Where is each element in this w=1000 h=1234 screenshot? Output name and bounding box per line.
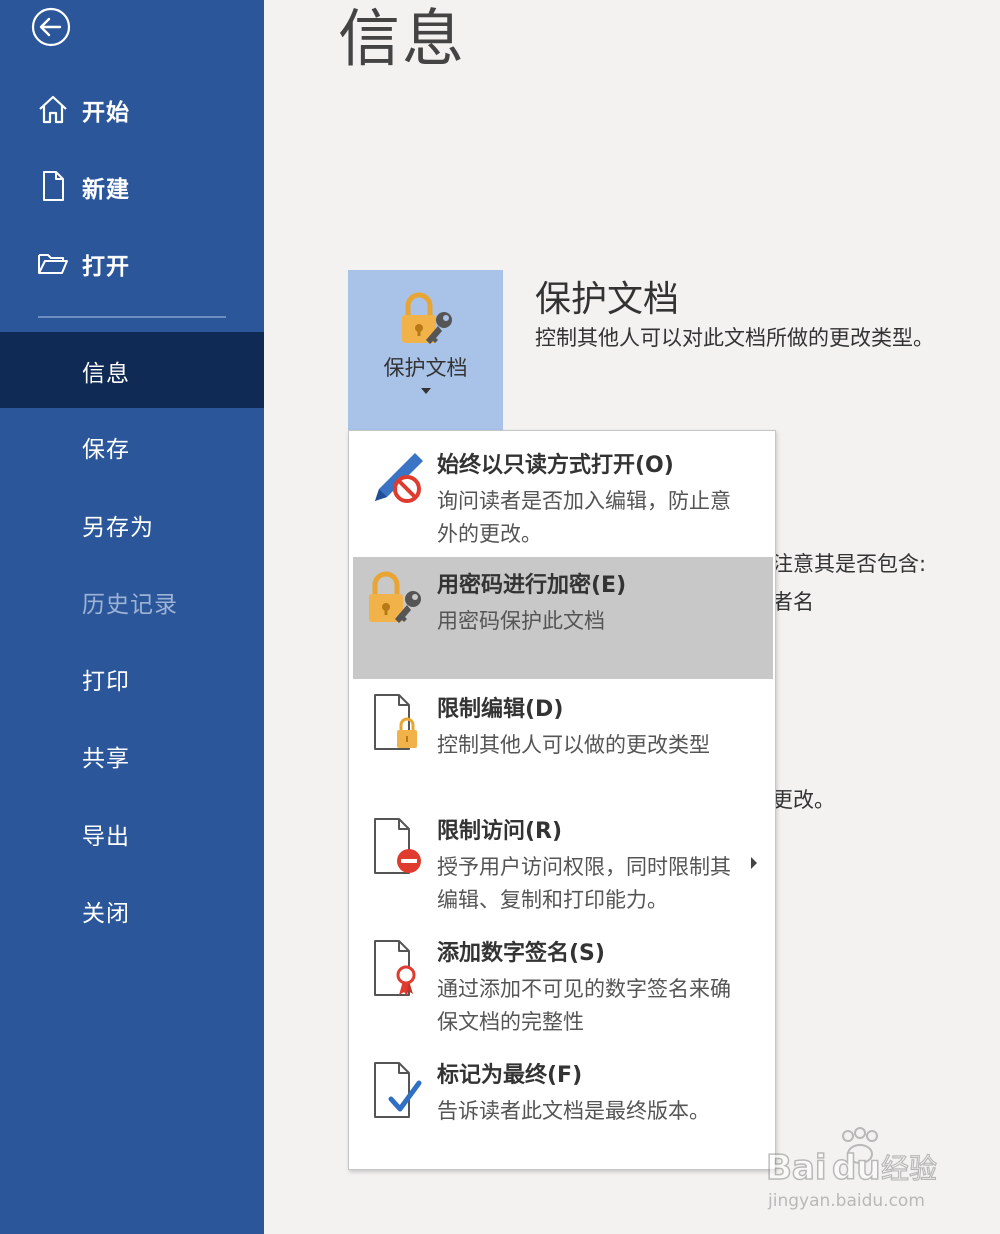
sidebar-item-close[interactable]: 关闭 <box>0 872 264 948</box>
menu-item-title: 始终以只读方式打开(O) <box>437 453 674 478</box>
sidebar-item-save[interactable]: 保存 <box>0 408 264 484</box>
sidebar-item-label: 新建 <box>82 177 130 203</box>
menu-item-digital-signature[interactable]: 添加数字签名(S) 通过添加不可见的数字签名来确保文档的完整性 <box>353 925 773 1045</box>
sidebar-item-share[interactable]: 共享 <box>0 717 264 793</box>
menu-item-restrict-access[interactable]: 限制访问(R) 授予用户访问权限，同时限制其编辑、复制和打印能力。 <box>353 801 773 923</box>
svg-text:jingyan.baidu.com: jingyan.baidu.com <box>767 1191 925 1211</box>
baidu-watermark-logo: Bai du 经验 jingyan.baidu.com <box>766 1127 938 1211</box>
sidebar-item-label: 开始 <box>82 100 130 126</box>
menu-item-description: 用密码保护此文档 <box>437 609 605 633</box>
menu-item-restrict-editing[interactable]: 限制编辑(D) 控制其他人可以做的更改类型 <box>353 681 773 799</box>
backstage-sidebar: 开始 新建 打开 信息 保存 另存为 历史记录 打印 共享 导出 关闭 <box>0 0 264 1234</box>
menu-item-description: 询问读者是否加入编辑，防止意外的更改。 <box>437 489 731 546</box>
chevron-down-icon <box>421 388 431 394</box>
sidebar-item-label: 共享 <box>82 746 130 772</box>
home-icon <box>39 95 67 124</box>
sidebar-item-info[interactable]: 信息 <box>0 332 264 408</box>
menu-item-title: 限制编辑(D) <box>437 697 564 722</box>
sidebar-item-new[interactable]: 新建 <box>0 155 264 215</box>
document-lock-icon <box>374 694 417 750</box>
document-ribbon-icon <box>374 940 416 996</box>
chevron-right-icon <box>751 857 757 869</box>
svg-text:du: du <box>832 1148 881 1188</box>
menu-item-description: 控制其他人可以做的更改类型 <box>437 733 710 757</box>
obscured-text: 者名 <box>772 590 814 614</box>
sidebar-item-save-as[interactable]: 另存为 <box>0 486 264 562</box>
menu-item-encrypt-password[interactable]: 用密码进行加密(E) 用密码保护此文档 <box>353 557 773 679</box>
new-document-icon <box>43 171 64 201</box>
no-edit-pencil-icon <box>375 453 423 503</box>
menu-item-description: 授予用户访问权限，同时限制其编辑、复制和打印能力。 <box>437 855 731 912</box>
sidebar-item-label: 关闭 <box>82 901 130 927</box>
sidebar-item-history: 历史记录 <box>0 563 264 639</box>
open-folder-icon <box>38 254 68 274</box>
sidebar-item-label: 打印 <box>82 669 130 695</box>
protect-document-button[interactable]: 保护文档 <box>348 270 503 430</box>
sidebar-item-open[interactable]: 打开 <box>0 232 264 292</box>
sidebar-item-export[interactable]: 导出 <box>0 795 264 871</box>
lock-key-icon <box>369 571 421 623</box>
svg-text:经验: 经验 <box>881 1152 937 1185</box>
sidebar-item-label: 导出 <box>82 824 130 850</box>
sidebar-divider <box>38 316 226 318</box>
menu-item-title: 添加数字签名(S) <box>437 941 605 966</box>
menu-item-description: 告诉读者此文档是最终版本。 <box>437 1099 710 1123</box>
page-title: 信息 <box>338 2 467 75</box>
menu-item-mark-final[interactable]: 标记为最终(F) 告诉读者此文档是最终版本。 <box>353 1047 773 1157</box>
document-check-icon <box>374 1062 422 1118</box>
menu-item-title: 限制访问(R) <box>437 819 563 844</box>
protect-document-label: 保护文档 <box>383 356 468 380</box>
sidebar-item-home[interactable]: 开始 <box>0 78 264 138</box>
sidebar-item-label: 历史记录 <box>82 592 178 618</box>
section-title: 保护文档 <box>535 279 680 320</box>
back-button[interactable] <box>30 6 72 48</box>
obscured-text: 注意其是否包含: <box>772 552 927 576</box>
menu-item-title: 用密码进行加密(E) <box>437 573 627 598</box>
menu-item-title: 标记为最终(F) <box>437 1063 583 1088</box>
sidebar-item-print[interactable]: 打印 <box>0 640 264 716</box>
svg-text:Bai: Bai <box>766 1148 827 1188</box>
section-description: 控制其他人可以对此文档所做的更改类型。 <box>535 326 934 350</box>
protect-document-menu: 始终以只读方式打开(O) 询问读者是否加入编辑，防止意外的更改。 用密码进行加密… <box>348 430 776 1170</box>
menu-item-read-only[interactable]: 始终以只读方式打开(O) 询问读者是否加入编辑，防止意外的更改。 <box>353 435 773 555</box>
back-arrow-icon <box>31 7 71 47</box>
backstage-view: 开始 新建 打开 信息 保存 另存为 历史记录 打印 共享 导出 关闭 信息 保… <box>0 0 1000 1234</box>
menu-item-description: 通过添加不可见的数字签名来确保文档的完整性 <box>437 977 731 1034</box>
obscured-text: 更改。 <box>772 788 835 812</box>
sidebar-item-label: 保存 <box>82 437 130 463</box>
lock-key-icon <box>402 292 452 344</box>
sidebar-item-label: 另存为 <box>82 515 154 541</box>
document-restrict-icon <box>374 818 421 874</box>
sidebar-item-label: 打开 <box>82 254 130 280</box>
sidebar-item-label: 信息 <box>82 361 130 387</box>
